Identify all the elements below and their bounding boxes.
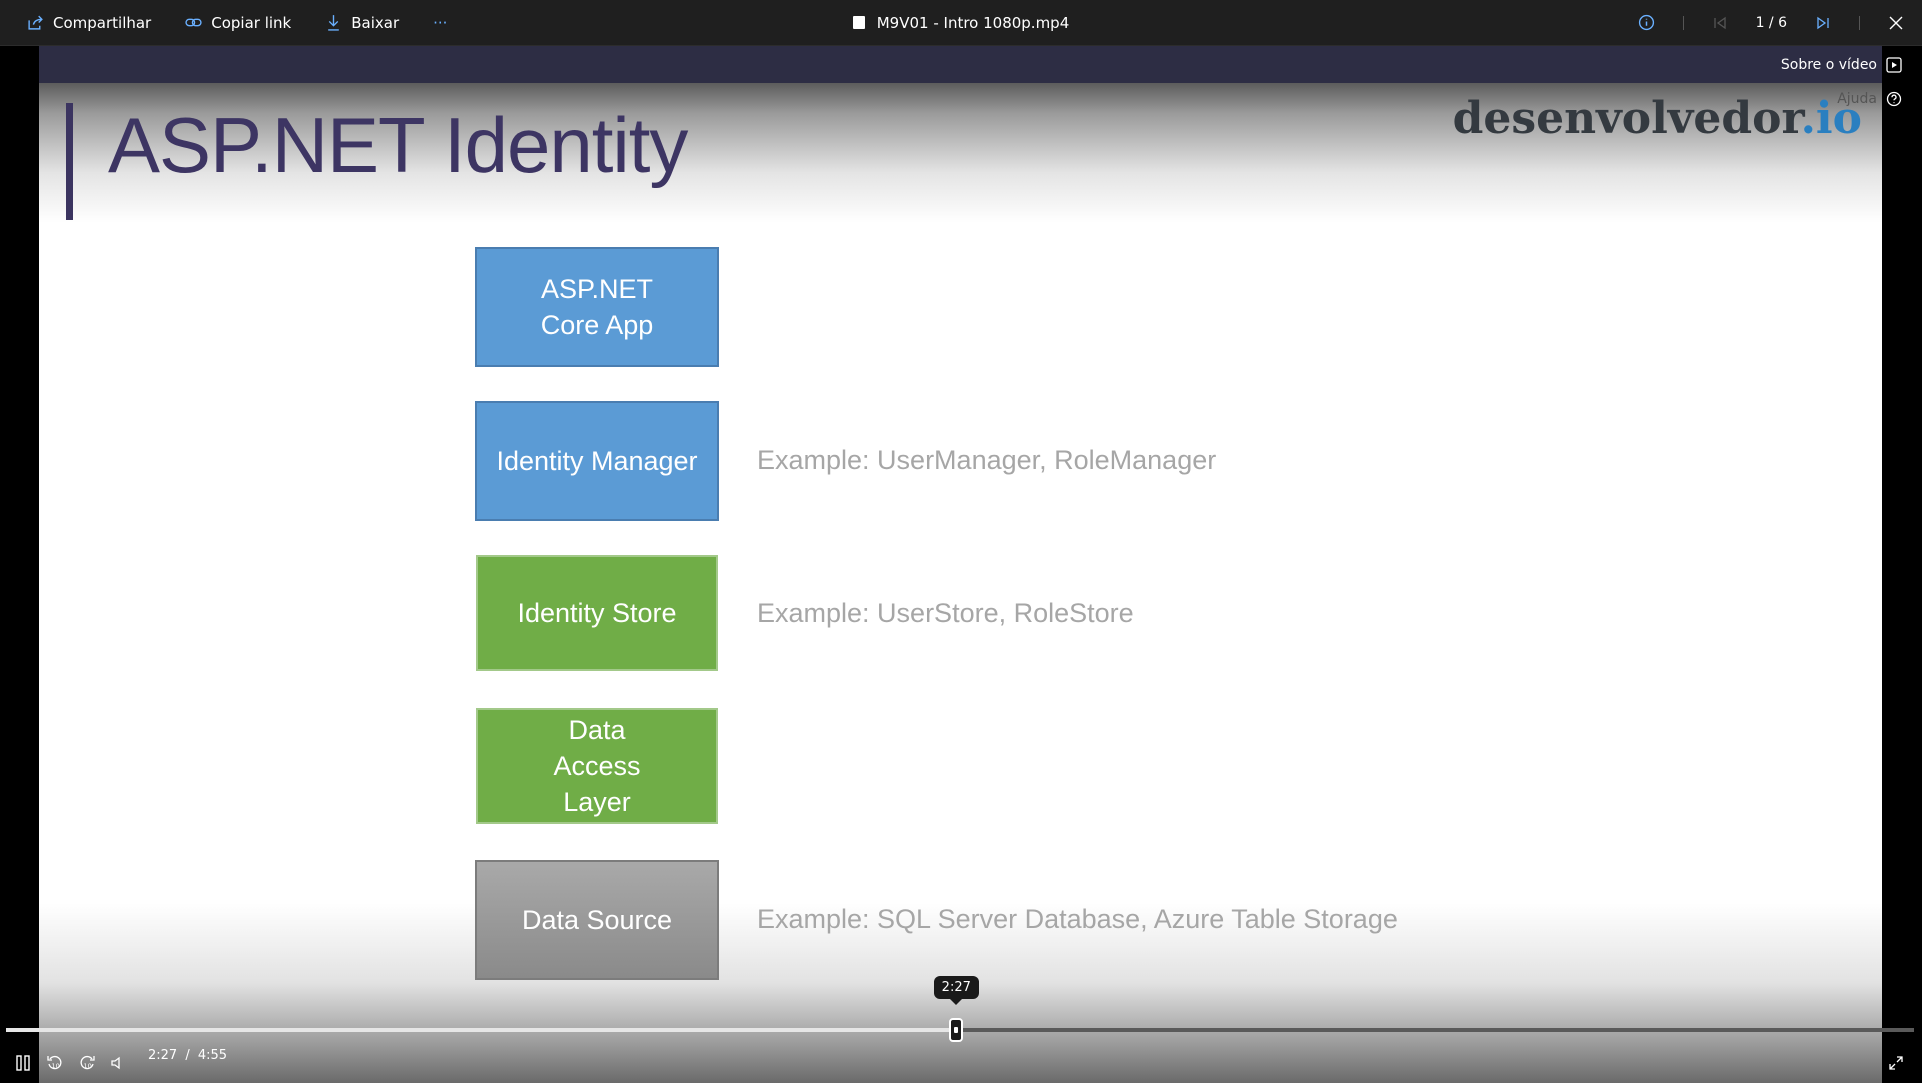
- close-icon[interactable]: [1888, 15, 1904, 31]
- more-button[interactable]: ···: [433, 14, 447, 32]
- video-top-strip: [39, 46, 1882, 83]
- video-area[interactable]: ASP.NET Identity desenvolvedor.io ASP.NE…: [0, 46, 1922, 1083]
- rewind-10-icon: 10: [46, 1054, 64, 1072]
- pause-icon: [15, 1055, 31, 1071]
- example-identity-store: Example: UserStore, RoleStore: [757, 598, 1134, 628]
- svg-text:10: 10: [84, 1062, 92, 1070]
- layer-box-data-access-layer: Data Access Layer: [476, 708, 718, 824]
- download-button[interactable]: Baixar: [325, 14, 399, 32]
- current-time: 2:27: [148, 1048, 178, 1063]
- share-button[interactable]: Compartilhar: [27, 14, 151, 32]
- layer-box-identity-manager: Identity Manager: [475, 401, 719, 521]
- about-video-label: Sobre o vídeo: [1780, 57, 1877, 73]
- fullscreen-icon: [1888, 1055, 1904, 1071]
- presentation-slide: ASP.NET Identity desenvolvedor.io ASP.NE…: [39, 83, 1882, 1083]
- copy-link-label: Copiar link: [211, 13, 292, 32]
- share-icon: [27, 14, 44, 31]
- more-icon: ···: [433, 13, 448, 32]
- last-page-icon[interactable]: [1815, 15, 1831, 31]
- slide-title: ASP.NET Identity: [108, 101, 688, 189]
- pause-button[interactable]: [15, 1045, 31, 1081]
- example-identity-manager: Example: UserManager, RoleManager: [757, 445, 1217, 475]
- svg-text:10: 10: [52, 1062, 60, 1070]
- rewind-10-button[interactable]: 10: [46, 1045, 64, 1081]
- play-box-icon: [1886, 57, 1902, 73]
- layer-box-data-source: Data Source: [475, 860, 719, 980]
- progress-thumb[interactable]: [949, 1018, 964, 1042]
- layer-box-identity-store: Identity Store: [476, 555, 718, 671]
- time-tooltip: 2:27: [933, 976, 979, 1005]
- help-button[interactable]: Ajuda: [1837, 91, 1902, 107]
- title-accent-bar: [66, 103, 73, 220]
- file-title: M9V01 - Intro 1080p.mp4: [876, 13, 1070, 32]
- download-label: Baixar: [351, 13, 400, 32]
- page-indicator: 1 / 6: [1755, 14, 1787, 31]
- layer-box-app: ASP.NET Core App: [475, 247, 719, 367]
- first-page-icon[interactable]: [1712, 15, 1728, 31]
- time-separator: /: [185, 1048, 190, 1063]
- forward-10-button[interactable]: 10: [78, 1045, 96, 1081]
- top-toolbar: Compartilhar Copiar link Baixar ··· M9V0…: [0, 0, 1922, 46]
- toolbar-actions: Compartilhar Copiar link Baixar ···: [27, 0, 447, 45]
- volume-icon: [110, 1055, 126, 1071]
- link-icon: [185, 14, 202, 31]
- video-file-icon: [852, 16, 865, 29]
- share-label: Compartilhar: [53, 13, 152, 32]
- progress-fill: [6, 1028, 957, 1032]
- download-icon: [325, 14, 342, 31]
- time-display: 2:27 / 4:55: [148, 1048, 227, 1063]
- toolbar-right: 1 / 6: [1638, 0, 1904, 45]
- volume-button[interactable]: [110, 1045, 126, 1081]
- forward-10-icon: 10: [78, 1054, 96, 1072]
- fullscreen-button[interactable]: [1888, 1045, 1904, 1081]
- toolbar-divider: [1859, 15, 1860, 30]
- copy-link-button[interactable]: Copiar link: [185, 14, 291, 32]
- duration: 4:55: [197, 1048, 228, 1063]
- help-label: Ajuda: [1837, 91, 1877, 107]
- info-icon[interactable]: [1638, 14, 1655, 31]
- about-video-button[interactable]: Sobre o vídeo: [1781, 57, 1902, 73]
- example-data-source: Example: SQL Server Database, Azure Tabl…: [757, 904, 1398, 934]
- help-icon: [1886, 91, 1902, 107]
- brand-logo: desenvolvedor.io: [1452, 93, 1862, 144]
- toolbar-divider: [1682, 15, 1684, 30]
